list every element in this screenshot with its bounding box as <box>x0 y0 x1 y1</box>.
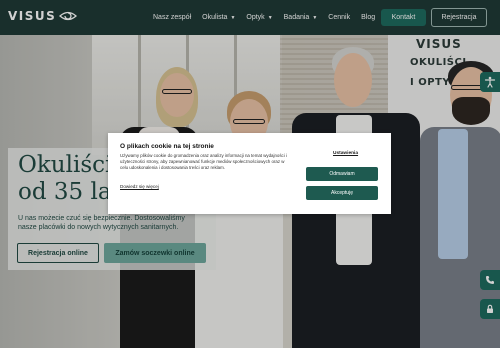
cookie-title: O plikach cookie na tej stronie <box>120 143 214 150</box>
decline-button[interactable]: Odmawiam <box>306 167 378 181</box>
cookie-dialog: O plikach cookie na tej stronie Używamy … <box>108 133 391 214</box>
cookie-text: Używamy plików cookie do gromadzenia ora… <box>120 153 287 171</box>
cookie-settings-link[interactable]: Ustawienia <box>333 151 358 156</box>
learn-more-link[interactable]: Dowiedz się więcej <box>120 184 159 189</box>
accept-button[interactable]: Akceptuję <box>306 186 378 200</box>
